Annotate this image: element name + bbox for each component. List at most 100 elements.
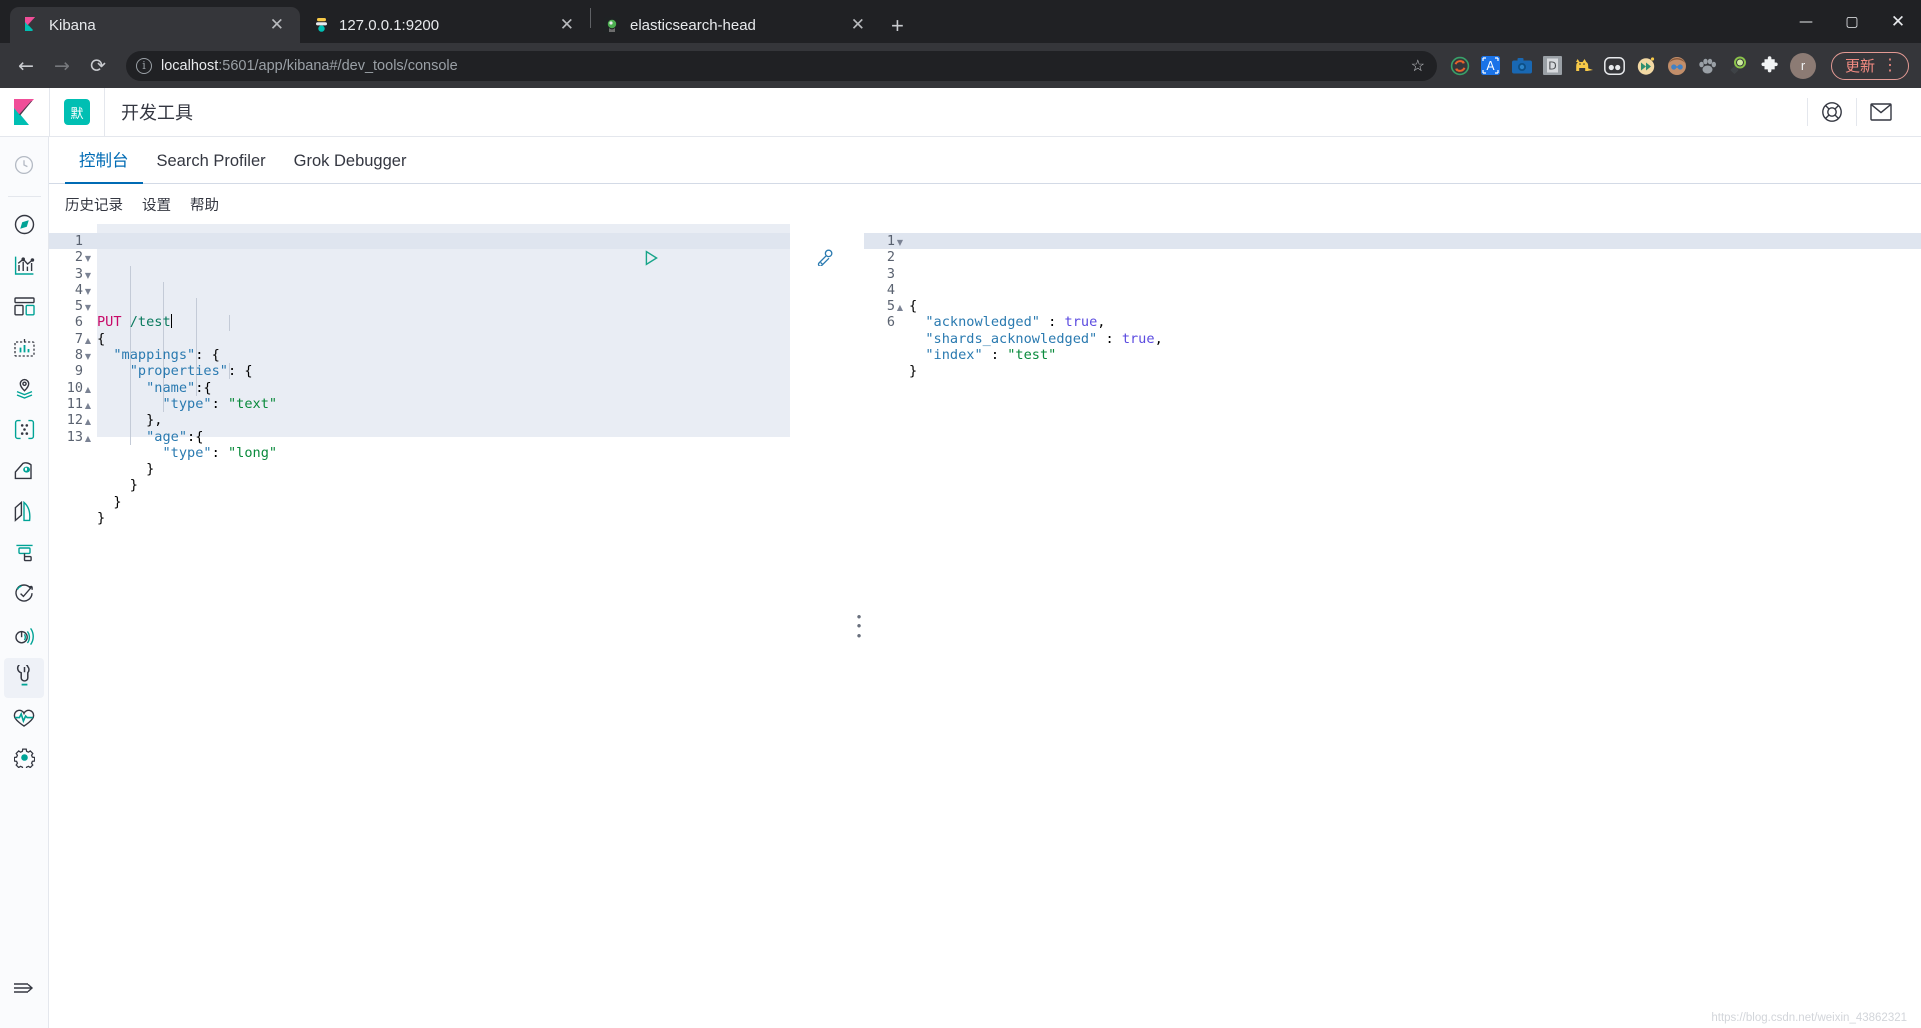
sidebar-item-discover[interactable] bbox=[4, 207, 44, 247]
magnifier-extension-icon[interactable] bbox=[1728, 55, 1750, 77]
sidebar-item-monitoring[interactable] bbox=[4, 699, 44, 739]
window-close-button[interactable]: ✕ bbox=[1875, 0, 1921, 43]
splitter-grip-icon: • • • bbox=[856, 608, 862, 643]
console-wrench-menu-button[interactable] bbox=[669, 233, 834, 287]
sidebar-item-canvas[interactable] bbox=[4, 330, 44, 370]
puzzle-extensions-icon[interactable] bbox=[1759, 55, 1781, 77]
history-button[interactable]: 历史记录 bbox=[65, 194, 123, 215]
browser-tab-kibana[interactable]: Kibana ✕ bbox=[10, 7, 300, 43]
sync-extension-icon[interactable] bbox=[1449, 55, 1471, 77]
new-tab-button[interactable]: + bbox=[891, 15, 904, 37]
pane-splitter[interactable]: • • • bbox=[854, 224, 864, 1028]
browser-tab-title: 127.0.0.1:9200 bbox=[339, 16, 440, 34]
tab-search-profiler[interactable]: Search Profiler bbox=[143, 152, 280, 183]
forward-button[interactable]: → bbox=[46, 50, 78, 82]
request-editor-code[interactable]: PUT /test { "mappings": { "properties": … bbox=[97, 224, 854, 1028]
line-number: 6 bbox=[886, 314, 895, 331]
sidebar-item-dashboard[interactable] bbox=[4, 289, 44, 329]
fold-toggle-up-icon[interactable]: ▲ bbox=[83, 431, 93, 447]
request-editor-pane[interactable]: 1 2 ▼ 3 ▼ 4 ▼ 5 ▼ 6 7 ▲ 8 ▼ 9 10 ▲ 11 ▲ 12 ▲ bbox=[49, 224, 854, 1028]
console-panes: 1 2 ▼ 3 ▼ 4 ▼ 5 ▼ 6 7 ▲ 8 ▼ 9 10 ▲ 11 ▲ 12 ▲ bbox=[49, 224, 1921, 1028]
profile-avatar[interactable]: r bbox=[1789, 52, 1816, 79]
bookmark-star-icon[interactable]: ☆ bbox=[1411, 56, 1427, 76]
update-button-label: 更新 bbox=[1844, 58, 1875, 75]
kibana-logo[interactable] bbox=[0, 88, 49, 137]
help-button[interactable]: 帮助 bbox=[190, 194, 219, 215]
newsfeed-mail-icon[interactable] bbox=[1857, 88, 1905, 137]
letter-d-extension-icon[interactable]: D bbox=[1542, 55, 1564, 77]
editor-text: PUT /test { "mappings": { "properties": … bbox=[97, 314, 278, 527]
response-output-pane[interactable]: 1 ▼ 2 3 4 5 ▲ 6 { "acknowledged" : true, "… bbox=[864, 224, 1921, 1028]
browser-window: Kibana ✕ 127.0.0.1:9200 ✕ elasticsearch-… bbox=[0, 0, 1921, 1028]
kibana-app: 默 开发工具 控制台 Search Profiler Grok Debugger… bbox=[0, 87, 1921, 1028]
url-path: :5601/app/kibana#/dev_tools/console bbox=[218, 57, 458, 74]
bar-chart-icon bbox=[14, 255, 35, 281]
site-info-icon[interactable]: i bbox=[136, 57, 152, 74]
sidebar-item-recently-viewed[interactable] bbox=[4, 147, 44, 187]
sidebar-item-logs[interactable] bbox=[4, 494, 44, 534]
sidebar-item-siem[interactable] bbox=[4, 617, 44, 657]
space-avatar[interactable]: 默 bbox=[64, 99, 90, 125]
browser-menu-icon[interactable]: ⋮ bbox=[1882, 57, 1898, 73]
dev-tools-main: 控制台 Search Profiler Grok Debugger 历史记录 设… bbox=[49, 137, 1921, 1028]
clock-icon bbox=[14, 155, 34, 180]
heartbeat-icon bbox=[13, 707, 35, 732]
update-browser-button[interactable]: 更新 ⋮ bbox=[1830, 51, 1909, 80]
avatar-extension-icon[interactable] bbox=[1666, 55, 1688, 77]
sidebar-item-machine-learning[interactable] bbox=[4, 412, 44, 452]
response-output-code[interactable]: { "acknowledged" : true, "shards_acknowl… bbox=[909, 224, 1921, 1028]
collapse-nav-button[interactable] bbox=[4, 970, 44, 1010]
line-number: 4 bbox=[886, 281, 895, 298]
sidebar-item-infrastructure[interactable] bbox=[4, 453, 44, 493]
sidebar-item-visualize[interactable] bbox=[4, 248, 44, 288]
sidebar-item-dev-tools[interactable] bbox=[4, 658, 44, 698]
sidebar-divider bbox=[7, 196, 41, 197]
tab-close-icon[interactable]: ✕ bbox=[556, 16, 578, 34]
browser-tab-elasticsearch[interactable]: 127.0.0.1:9200 ✕ bbox=[300, 7, 590, 43]
output-text: { "acknowledged" : true, "shards_acknowl… bbox=[909, 298, 1163, 380]
pocket-extension-icon[interactable] bbox=[1604, 55, 1626, 77]
sidebar-item-apm[interactable] bbox=[4, 535, 44, 575]
tab-close-icon[interactable]: ✕ bbox=[847, 16, 869, 34]
settings-button[interactable]: 设置 bbox=[142, 194, 171, 215]
ml-nodes-icon bbox=[14, 419, 35, 445]
line-number: 10 ▲ bbox=[49, 380, 97, 396]
line-number: 4 ▼ bbox=[49, 282, 97, 298]
sidebar-item-management[interactable] bbox=[4, 740, 44, 780]
paw-extension-icon[interactable] bbox=[1697, 55, 1719, 77]
elasticsearch-favicon bbox=[312, 16, 330, 34]
cat-extension-icon[interactable] bbox=[1573, 55, 1595, 77]
browser-tab-es-head[interactable]: elasticsearch-head ✕ bbox=[591, 7, 881, 43]
wrench-icon bbox=[14, 662, 35, 692]
send-request-button[interactable] bbox=[495, 234, 659, 287]
compass-icon bbox=[14, 214, 35, 240]
sidebar-item-maps[interactable] bbox=[4, 371, 44, 411]
window-minimize-button[interactable]: — bbox=[1783, 0, 1829, 43]
window-maximize-button[interactable]: ▢ bbox=[1829, 0, 1875, 43]
sidebar-item-uptime[interactable] bbox=[4, 576, 44, 616]
address-bar[interactable]: i localhost:5601/app/kibana#/dev_tools/c… bbox=[126, 50, 1437, 81]
tab-console[interactable]: 控制台 bbox=[65, 147, 143, 184]
map-pin-layers-icon bbox=[14, 378, 35, 404]
browser-tab-title: Kibana bbox=[49, 16, 96, 34]
reload-button[interactable]: ⟳ bbox=[82, 50, 114, 82]
watermark-text: https://blog.csdn.net/weixin_43862321 bbox=[1711, 1012, 1907, 1024]
tab-grok-debugger[interactable]: Grok Debugger bbox=[280, 152, 421, 183]
browser-omnibar: ← → ⟳ i localhost:5601/app/kibana#/dev_t… bbox=[0, 43, 1921, 88]
siem-radar-icon bbox=[14, 624, 35, 650]
tab-close-icon[interactable]: ✕ bbox=[266, 16, 288, 34]
kibana-favicon bbox=[22, 16, 40, 34]
help-lifebuoy-icon[interactable] bbox=[1808, 88, 1856, 137]
back-button[interactable]: ← bbox=[10, 50, 42, 82]
editor-line-numbers: 1 2 ▼ 3 ▼ 4 ▼ 5 ▼ 6 7 ▲ 8 ▼ 9 10 ▲ 11 ▲ 12 ▲ bbox=[49, 224, 97, 1028]
line-number: 2 bbox=[886, 249, 895, 266]
svg-text:D: D bbox=[1549, 60, 1557, 73]
camera-extension-icon[interactable] bbox=[1511, 55, 1533, 77]
line-number: 11 ▲ bbox=[49, 396, 97, 412]
es-head-favicon bbox=[603, 16, 621, 34]
letter-a-extension-icon[interactable]: A bbox=[1480, 55, 1502, 77]
infra-icon bbox=[14, 461, 35, 485]
uptime-check-icon bbox=[14, 583, 35, 609]
fast-forward-extension-icon[interactable] bbox=[1635, 55, 1657, 77]
line-number: 1 bbox=[49, 233, 97, 250]
